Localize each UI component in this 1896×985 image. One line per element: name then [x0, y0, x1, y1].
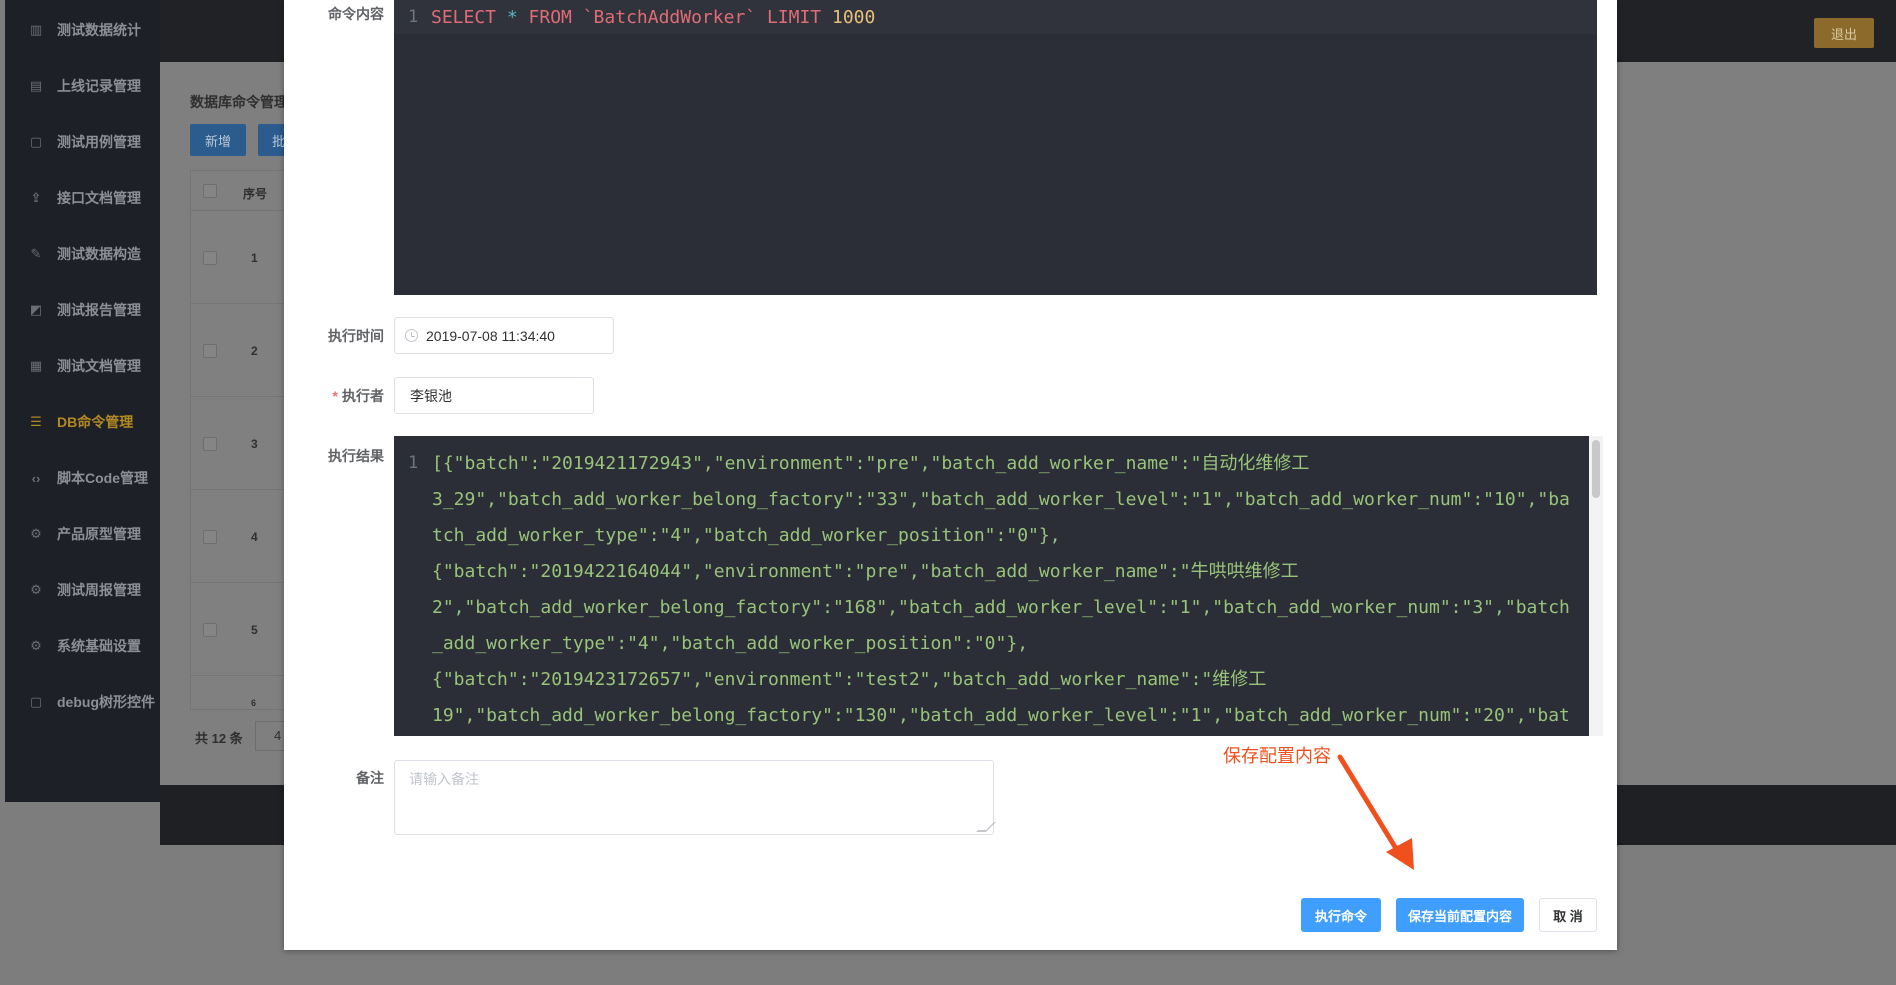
code-icon: ‹›: [31, 470, 41, 486]
line-number: 1: [408, 453, 419, 473]
bar-chart-icon: ▥: [29, 22, 43, 37]
sidebar-item-db-commands[interactable]: ☰ DB命令管理: [5, 394, 160, 450]
sidebar-item-api-docs[interactable]: ⇪ 接口文档管理: [5, 170, 160, 226]
sidebar-item-label: 测试报告管理: [57, 302, 141, 318]
result-line: _add_worker_type":"4","batch_add_worker_…: [432, 633, 1029, 654]
sidebar-item-label: 测试周报管理: [57, 582, 141, 598]
result-line: [{"batch":"2019421172943","environment":…: [432, 453, 1310, 474]
row-index: 1: [251, 251, 258, 265]
sidebar-item-test-cases[interactable]: ▢ 测试用例管理: [5, 114, 160, 170]
page-title: 数据库命令管理: [190, 94, 288, 110]
sidebar-item-label: DB命令管理: [57, 414, 134, 430]
row-index: 6: [251, 698, 257, 708]
gear-icon: ⚙: [30, 526, 42, 541]
result-editor[interactable]: 1 [{"batch":"2019421172943","environment…: [394, 436, 1589, 736]
executor-label-text: 执行者: [342, 388, 384, 404]
result-line: 3_29","batch_add_worker_belong_factory":…: [432, 489, 1570, 510]
sidebar-item-label: 测试用例管理: [57, 134, 141, 150]
sql-keyword-select: SELECT: [431, 7, 507, 28]
result-line: {"batch":"2019422164044","environment":"…: [432, 561, 1299, 582]
sidebar-item-label: 脚本Code管理: [57, 470, 148, 486]
result-scrollbar[interactable]: [1589, 436, 1603, 736]
gear-icon: ⚙: [30, 638, 42, 653]
result-label: 执行结果: [328, 448, 384, 464]
cancel-button[interactable]: 取 消: [1539, 898, 1597, 932]
sidebar-item-release-records[interactable]: ▤ 上线记录管理: [5, 58, 160, 114]
save-config-button[interactable]: 保存当前配置内容: [1396, 898, 1524, 932]
pagination-total: 共 12 条: [195, 731, 243, 746]
result-lines: [{"batch":"2019421172943","environment":…: [432, 446, 1572, 734]
select-all-checkbox[interactable]: [203, 184, 217, 198]
sidebar-item-prototypes[interactable]: ⚙ 产品原型管理: [5, 506, 160, 562]
sidebar-item-weekly-reports[interactable]: ⚙ 测试周报管理: [5, 562, 160, 618]
required-mark: *: [332, 388, 338, 404]
command-code: SELECT * FROM `BatchAddWorker` LIMIT 100…: [431, 7, 875, 28]
executor-label: * 执行者: [284, 386, 384, 406]
result-line: {"batch":"2019423172657","environment":"…: [432, 669, 1267, 690]
edit-icon: ✎: [30, 246, 42, 261]
command-label: 命令内容: [328, 6, 384, 22]
sidebar-item-test-data-build[interactable]: ✎ 测试数据构造: [5, 226, 160, 282]
sidebar-item-label: 上线记录管理: [57, 78, 141, 94]
resize-grip-icon[interactable]: [976, 822, 996, 832]
sql-limit-number: 1000: [831, 7, 876, 28]
sidebar-item-debug-tree[interactable]: ▢ debug树形控件: [5, 674, 160, 730]
sidebar-item-script-code[interactable]: ‹› 脚本Code管理: [5, 450, 160, 506]
row-checkbox[interactable]: [203, 344, 217, 358]
result-line: 19","batch_add_worker_belong_factory":"1…: [432, 705, 1570, 726]
remark-placeholder: 请输入备注: [409, 771, 479, 787]
database-icon: ☰: [30, 414, 42, 429]
row-checkbox[interactable]: [203, 437, 217, 451]
sidebar-item-label: 测试文档管理: [57, 358, 141, 374]
document-icon: ▢: [29, 134, 43, 149]
sidebar-item-label: 接口文档管理: [57, 190, 141, 206]
executor-input[interactable]: 李银池: [394, 377, 594, 414]
sidebar-item-label: 系统基础设置: [57, 638, 141, 654]
row-checkbox[interactable]: [203, 623, 217, 637]
clock-icon: [405, 329, 418, 342]
annotation-arrow-icon: [1337, 754, 1414, 870]
exec-time-value: 2019-07-08 11:34:40: [426, 327, 555, 344]
sidebar-item-label: 产品原型管理: [57, 526, 141, 542]
annotation-text: 保存配置内容: [1223, 746, 1331, 766]
sql-operator-star: *: [506, 7, 518, 28]
remark-textarea[interactable]: 请输入备注: [394, 760, 996, 835]
sidebar-item-label: debug树形控件: [57, 694, 155, 710]
add-button[interactable]: 新增: [190, 124, 246, 156]
gear-icon: ⚙: [30, 582, 42, 597]
db-command-dialog: 命令内容 1 SELECT * FROM `BatchAddWorker` LI…: [284, 0, 1617, 950]
row-index: 5: [251, 623, 258, 637]
row-checkbox[interactable]: [203, 251, 217, 265]
calendar-icon: ▤: [29, 78, 43, 93]
scrollbar-thumb[interactable]: [1592, 440, 1600, 498]
sidebar-item-test-docs[interactable]: ▦ 测试文档管理: [5, 338, 160, 394]
sidebar-item-test-reports[interactable]: ◩ 测试报告管理: [5, 282, 160, 338]
sidebar-item-test-data-stats[interactable]: ▥ 测试数据统计: [5, 2, 160, 58]
upload-icon: ⇪: [30, 190, 42, 205]
executor-value: 李银池: [410, 387, 452, 404]
exec-time-picker[interactable]: 2019-07-08 11:34:40: [394, 317, 614, 354]
row-index: 4: [251, 530, 258, 544]
document-icon: ▢: [29, 694, 43, 709]
logout-button[interactable]: 退出: [1814, 18, 1874, 48]
execute-command-button[interactable]: 执行命令: [1301, 898, 1381, 932]
line-number: 1: [408, 7, 419, 27]
result-line: 2","batch_add_worker_belong_factory":"16…: [432, 597, 1570, 618]
row-index: 3: [251, 437, 258, 451]
index-column-header: 序号: [243, 187, 268, 201]
row-checkbox[interactable]: [203, 530, 217, 544]
command-editor[interactable]: 1 SELECT * FROM `BatchAddWorker` LIMIT 1…: [394, 0, 1597, 295]
sidebar: ▥ 测试数据统计 ▤ 上线记录管理 ▢ 测试用例管理 ⇪ 接口文档管理 ✎ 测试…: [5, 0, 160, 802]
remark-label: 备注: [356, 770, 384, 786]
chart-icon: ◩: [29, 302, 43, 317]
row-index: 2: [251, 344, 258, 358]
sidebar-item-system-settings[interactable]: ⚙ 系统基础设置: [5, 618, 160, 674]
sidebar-item-label: 测试数据构造: [57, 246, 141, 262]
sql-from-clause: FROM `BatchAddWorker` LIMIT: [517, 7, 832, 28]
result-line: tch_add_worker_type":"4","batch_add_work…: [432, 525, 1061, 546]
exec-time-label: 执行时间: [328, 328, 384, 344]
sidebar-item-label: 测试数据统计: [57, 22, 141, 38]
word-icon: ▦: [29, 358, 43, 373]
